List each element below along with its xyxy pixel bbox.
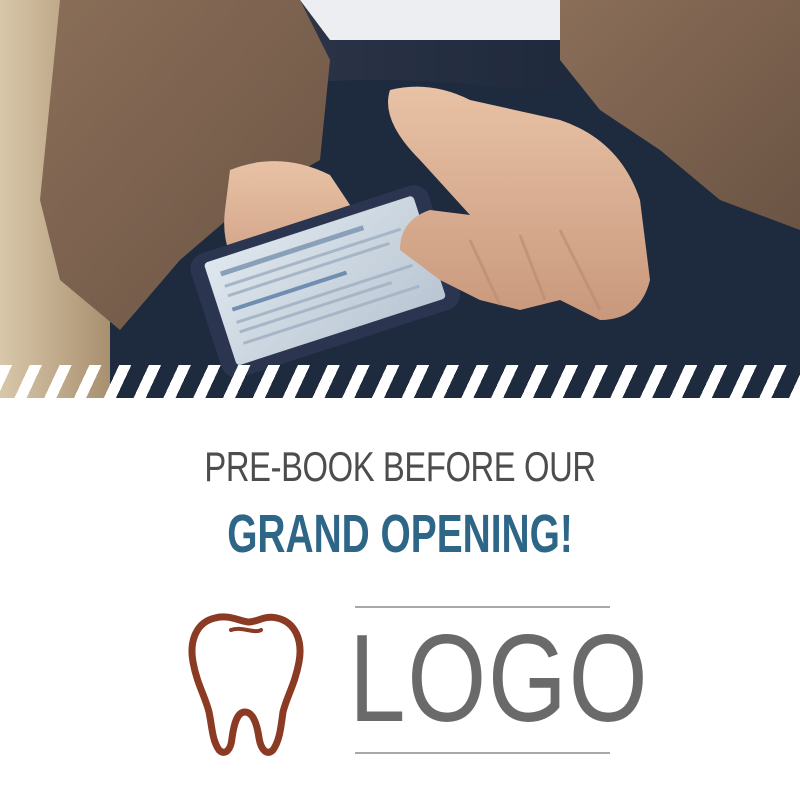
logo-rule-bottom [355,752,610,754]
logo-rule-top [355,606,610,608]
tooth-icon [185,600,315,760]
logo-text: LOGO [349,610,650,748]
headline-line-2: GRAND OPENING! [227,504,573,564]
hero-photo [0,0,800,400]
diagonal-stripes [0,365,800,400]
hands-phone-illustration [0,0,800,400]
divider [0,398,800,402]
headline-line-1: PRE-BOOK BEFORE OUR [204,443,596,490]
